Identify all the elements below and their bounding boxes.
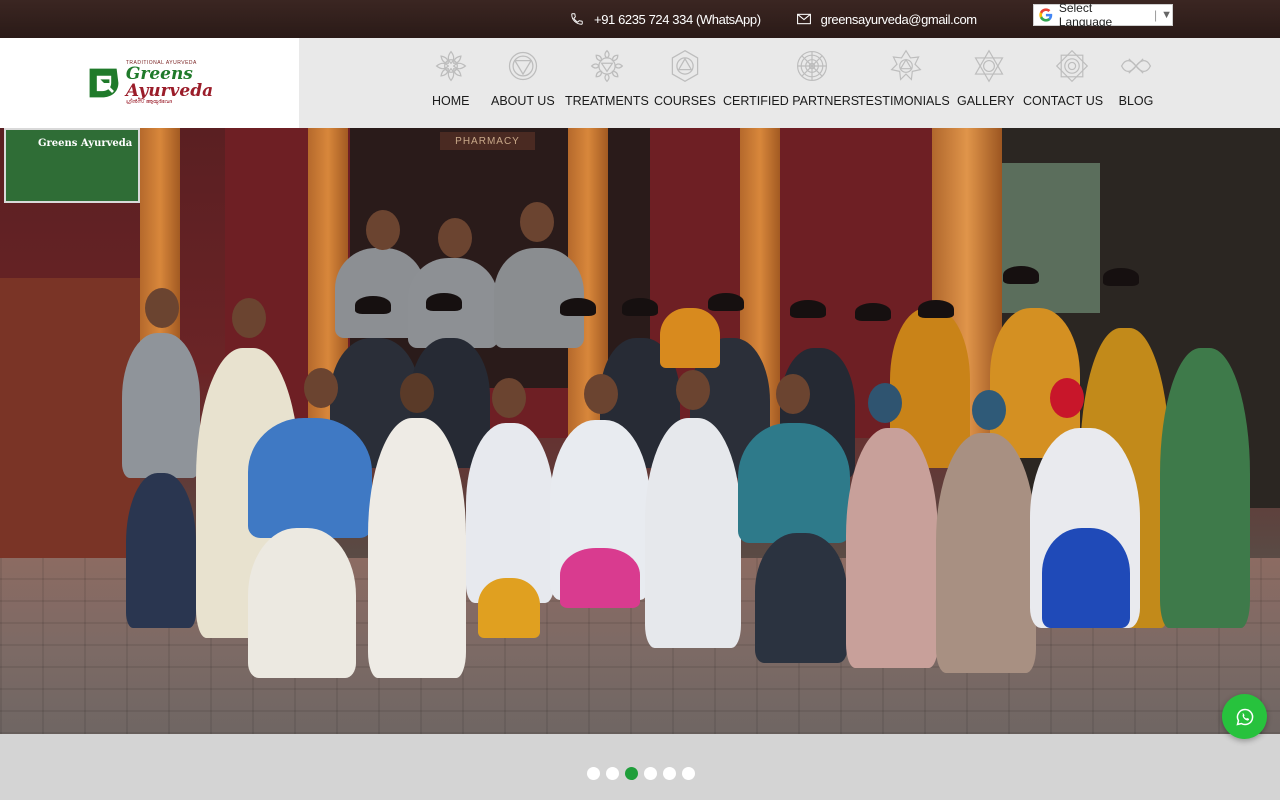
nav-item-home[interactable]: HOME [432, 48, 470, 108]
infinity-knot-icon [1120, 58, 1152, 74]
hexagram-icon [974, 49, 1004, 83]
person-figure [560, 548, 640, 608]
person-figure [248, 418, 372, 538]
nav-item-testimonials[interactable]: TESTIMONIALS [858, 48, 950, 108]
person-hair [855, 303, 891, 321]
leaf-logo-icon [89, 68, 119, 98]
person-hair [790, 300, 826, 318]
nav-item-gallery[interactable]: GALLERY [957, 48, 1014, 108]
nav-item-courses[interactable]: COURSES [654, 48, 716, 108]
person-head [492, 378, 526, 418]
hero-pharmacy-board: PHARMACY [440, 132, 535, 150]
brand-name-part2: Ayurveda [125, 81, 214, 101]
person-figure [1042, 528, 1130, 628]
person-figure [126, 473, 196, 628]
person-figure [368, 418, 466, 678]
person-figure [466, 423, 554, 603]
brand-logo[interactable]: TRADITIONAL AYURVEDA Greens Ayurveda ഗ്ര… [86, 61, 213, 105]
top-contact-bar: +91 6235 724 334 (WhatsApp) greensayurve… [0, 0, 1280, 38]
person-head [520, 202, 554, 242]
slider-dot-5[interactable] [663, 767, 676, 780]
person-figure [755, 533, 847, 663]
nav-label-contact-us: CONTACT US [1023, 94, 1104, 108]
person-hair [1003, 266, 1039, 284]
nav-label-courses: COURSES [654, 94, 716, 108]
octagram-icon [1055, 49, 1088, 83]
nav-label-about-us: ABOUT US [491, 94, 555, 108]
person-figure [738, 423, 850, 543]
whatsapp-chat-button[interactable] [1222, 694, 1267, 739]
slider-dot-6[interactable] [682, 767, 695, 780]
person-figure [936, 433, 1036, 673]
google-icon [1039, 8, 1053, 22]
person-head [366, 210, 400, 250]
email-address: greensayurveda@gmail.com [820, 11, 977, 27]
person-hair [622, 298, 658, 316]
person-head [584, 374, 618, 414]
phone-link[interactable]: +91 6235 724 334 (WhatsApp) [570, 12, 761, 27]
nav-item-treatments[interactable]: TREATMENTS [565, 48, 649, 108]
person-figure [248, 528, 356, 678]
person-hair [1103, 268, 1139, 286]
person-head [972, 390, 1006, 430]
mandala-icon [796, 51, 827, 81]
language-label: Select Language [1058, 1, 1113, 29]
person-hair [355, 296, 391, 314]
person-head [145, 288, 179, 328]
hero-sign-board: Greens Ayurveda [4, 128, 140, 203]
triangle-chakra-icon [508, 51, 537, 81]
person-head [438, 218, 472, 258]
person-hair [426, 293, 462, 311]
person-figure [645, 418, 741, 648]
slider-pagination [587, 767, 701, 780]
nav-label-certified-partners: CERTIFIED PARTNERS [723, 94, 860, 108]
nav-item-contact-us[interactable]: CONTACT US [1023, 48, 1103, 108]
logo-container[interactable]: TRADITIONAL AYURVEDA Greens Ayurveda ഗ്ര… [0, 38, 299, 128]
petal-chakra-icon [590, 49, 624, 83]
hero-bg-window [985, 163, 1100, 313]
person-head [1050, 378, 1084, 418]
person-figure [660, 308, 720, 368]
slider-dot-3[interactable] [625, 767, 638, 780]
person-figure [846, 428, 938, 668]
brand-name: Greens Ayurveda [126, 66, 213, 100]
person-head [676, 370, 710, 410]
phone-number: +91 6235 724 334 (WhatsApp) [594, 11, 761, 27]
person-head [304, 368, 338, 408]
nav-item-about-us[interactable]: ABOUT US [491, 48, 555, 108]
person-figure [478, 578, 540, 638]
hero-slider[interactable]: Greens Ayurveda PHARMACY [0, 128, 1280, 734]
person-head [868, 383, 902, 423]
language-separator: | [1153, 8, 1158, 22]
whatsapp-icon [1235, 708, 1253, 726]
lotus-icon [435, 50, 467, 82]
hero-sign-text: Greens Ayurveda [38, 138, 133, 149]
person-figure [1160, 348, 1250, 628]
nav-label-gallery: GALLERY [957, 94, 1015, 108]
person-head [232, 298, 266, 338]
slider-dot-4[interactable] [644, 767, 657, 780]
nav-item-blog[interactable]: BLOG [1116, 48, 1156, 108]
nav-label-blog: BLOG [1118, 94, 1154, 108]
person-head [776, 374, 810, 414]
mail-icon [796, 13, 811, 25]
phone-icon [571, 13, 583, 25]
nav-label-treatments: TREATMENTS [565, 94, 649, 108]
site-header: TRADITIONAL AYURVEDA Greens Ayurveda ഗ്ര… [0, 38, 1280, 128]
chevron-down-icon: ▼ [1161, 9, 1172, 21]
slider-dot-1[interactable] [587, 767, 600, 780]
nav-label-home: HOME [432, 94, 470, 108]
language-select[interactable]: Select Language | ▼ [1033, 1, 1173, 29]
person-figure [122, 333, 200, 478]
person-hair [708, 293, 744, 311]
person-hair [918, 300, 954, 318]
nav-item-certified-partners[interactable]: CERTIFIED PARTNERS [723, 48, 859, 108]
person-hair [560, 298, 596, 316]
heart-chakra-icon [671, 49, 699, 83]
star-chakra-icon [890, 49, 922, 81]
slider-dot-2[interactable] [606, 767, 619, 780]
nav-label-testimonials: TESTIMONIALS [858, 94, 950, 108]
email-link[interactable]: greensayurveda@gmail.com [796, 11, 977, 27]
person-head [400, 373, 434, 413]
